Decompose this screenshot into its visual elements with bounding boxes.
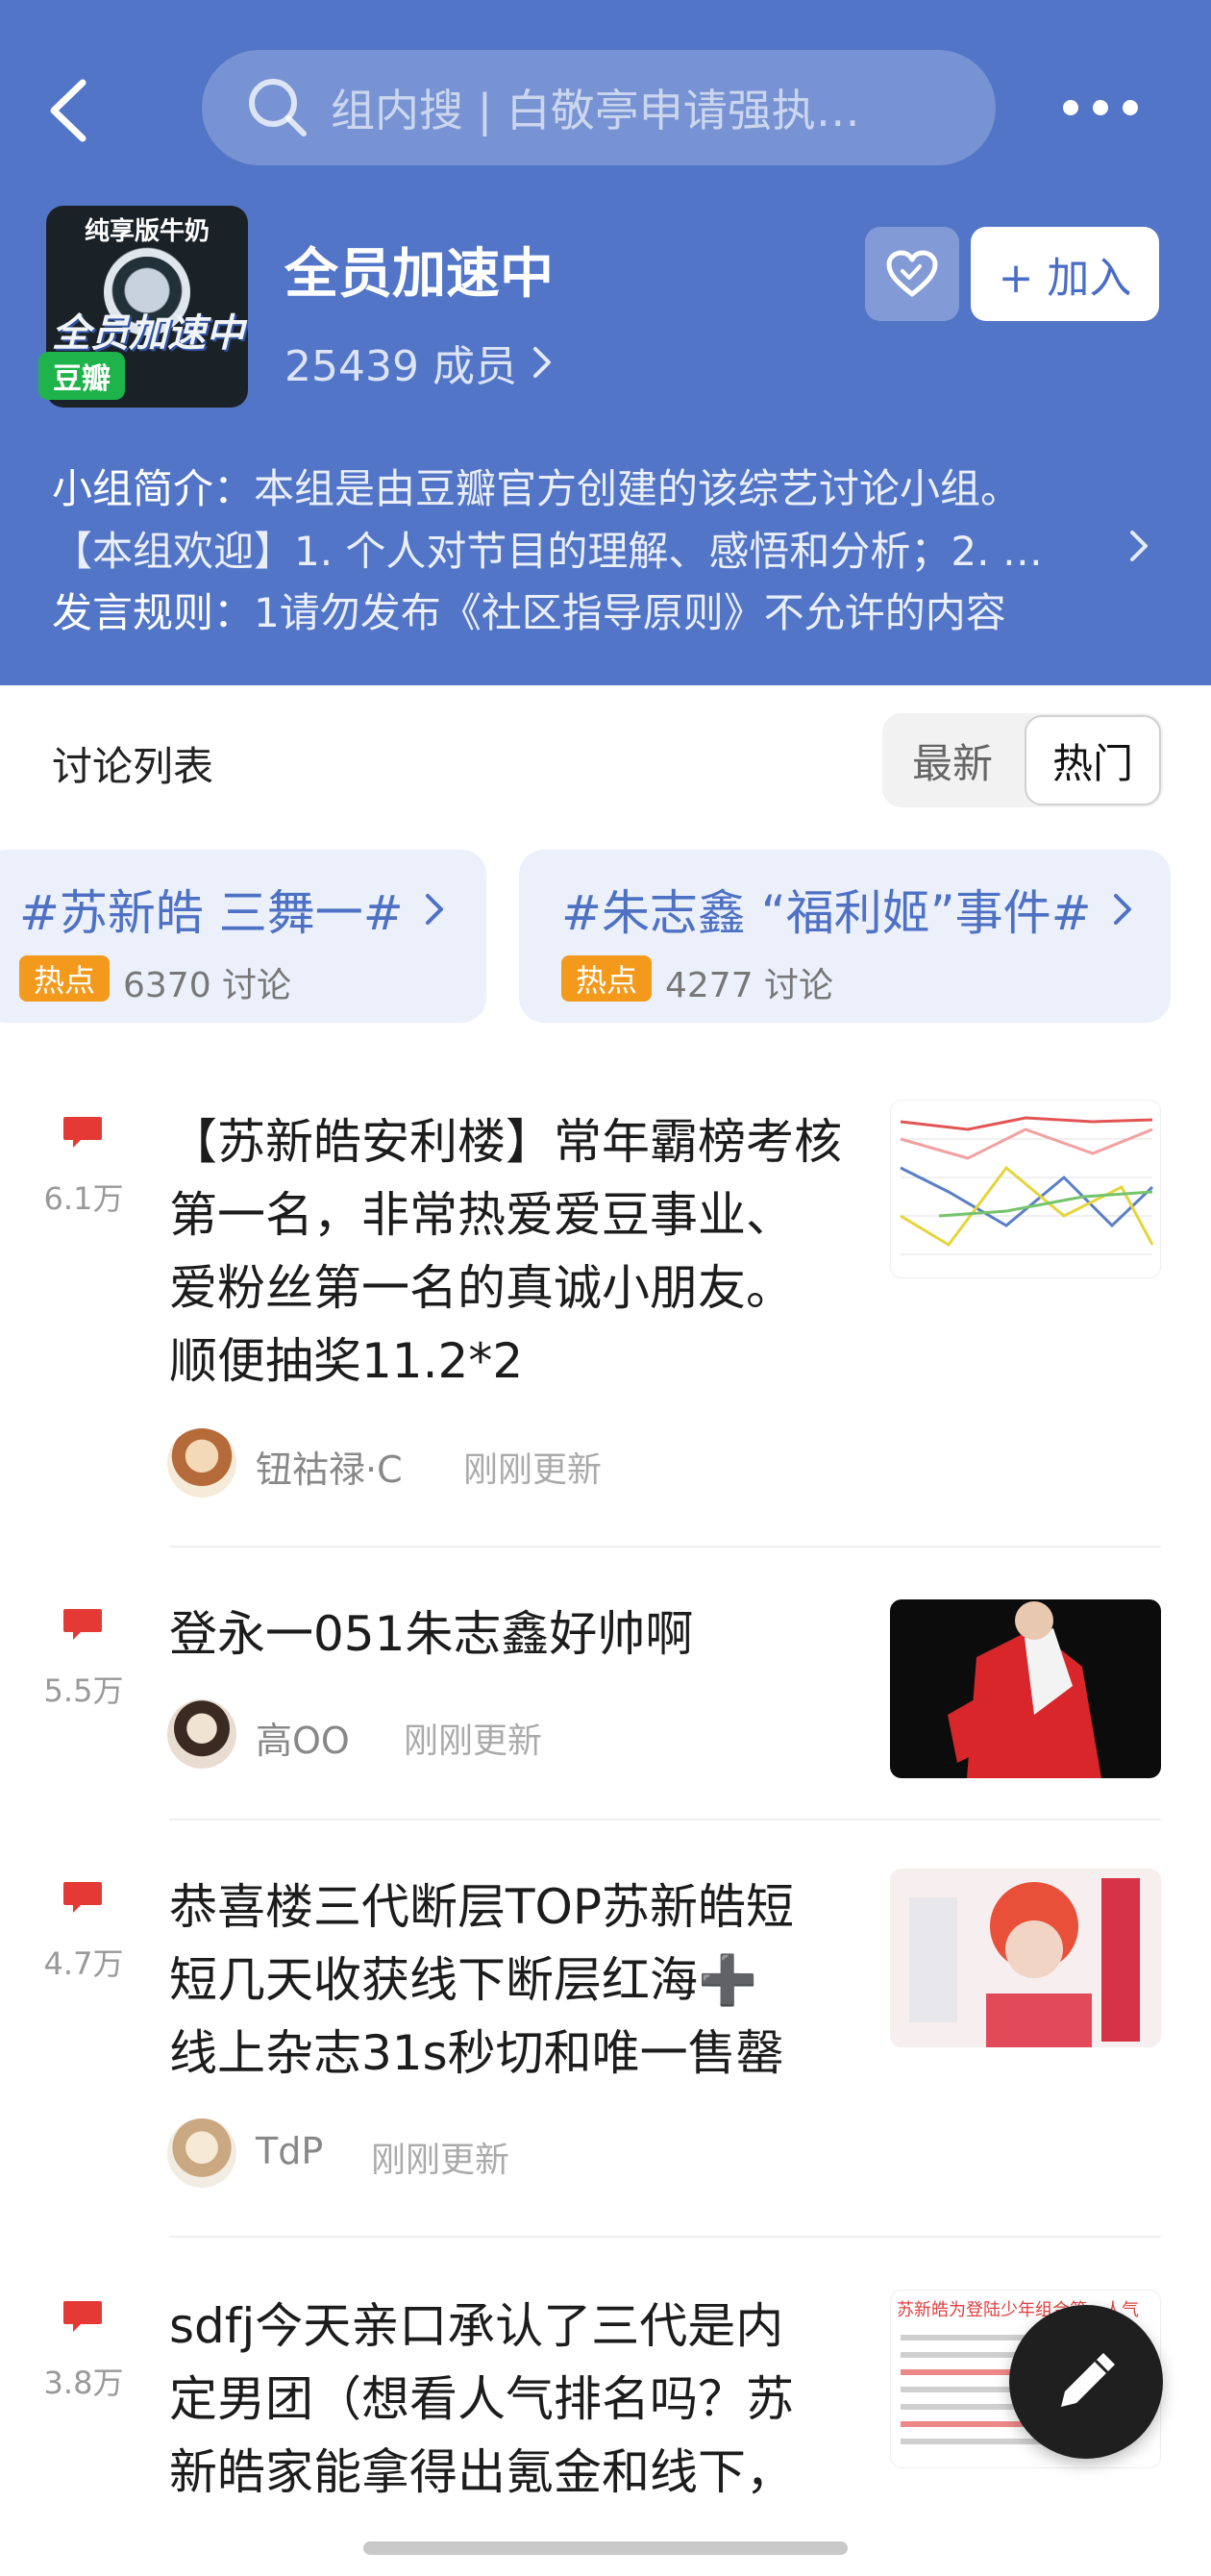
post-item[interactable]: 6.1万 【苏新皓安利楼】常年霸榜考核 第一名，非常热爱爱豆事业、 爱粉丝第一名… bbox=[0, 1100, 1211, 1548]
hot-tag: 热点 bbox=[19, 955, 110, 1002]
divider bbox=[169, 2236, 1161, 2238]
more-dots-icon[interactable] bbox=[1057, 79, 1144, 136]
post-item[interactable]: 5.5万 登永一051朱志鑫好帅啊 高OO 刚刚更新 bbox=[0, 1598, 1211, 1780]
search-placeholder: 组内搜 | 白敬亭申请强执… bbox=[331, 85, 860, 136]
reply-count: 6.1万 bbox=[43, 1180, 124, 1217]
compose-button[interactable] bbox=[1009, 2305, 1163, 2459]
photo-thumbnail bbox=[948, 1601, 1101, 1778]
post-title-line: 短几天收获线下断层红海➕ bbox=[169, 1952, 758, 2008]
post-thumbnail[interactable] bbox=[890, 1869, 1161, 2047]
sort-hot-tab[interactable]: 热门 bbox=[1025, 715, 1161, 805]
post-item[interactable]: 4.7万 恭喜楼三代断层TOP苏新皓短 短几天收获线下断层红海➕ 线上杂志31s… bbox=[0, 1869, 1211, 2236]
rules-text: 1请勿发布《社区指导原则》不允许的内容 bbox=[254, 589, 1006, 636]
post-author[interactable]: 钮祜禄·C bbox=[256, 1440, 403, 1493]
group-avatar-caption: 纯享版牛奶 bbox=[84, 217, 210, 246]
douban-badge: 豆瓣 bbox=[38, 352, 125, 400]
post-title: 恭喜楼三代断层TOP苏新皓短 短几天收获线下断层红海➕ 线上杂志31s秒切和唯一… bbox=[169, 1870, 853, 2090]
post-title: 登永一051朱志鑫好帅啊 bbox=[169, 1598, 853, 1671]
post-time: 刚刚更新 bbox=[404, 1721, 543, 1761]
heart-icon bbox=[886, 250, 938, 297]
comment-bubble-icon bbox=[63, 1609, 102, 1640]
post-title-line: sdfj今天亲口承认了三代是内 bbox=[169, 2298, 784, 2354]
home-indicator[interactable] bbox=[363, 2541, 848, 2555]
divider bbox=[169, 1546, 1161, 1548]
sort-latest-tab[interactable]: 最新 bbox=[882, 713, 1023, 807]
topic-title: #朱志鑫 “福利姬”事件# bbox=[561, 885, 1092, 941]
post-title-line: 登永一051朱志鑫好帅啊 bbox=[169, 1606, 694, 1662]
reply-count: 4.7万 bbox=[43, 1945, 124, 1982]
post-title-line: 新皓家能拿得出氪金和线下， bbox=[169, 2444, 794, 2500]
post-author[interactable]: 高OO bbox=[256, 1711, 350, 1764]
comment-bubble-icon bbox=[63, 1882, 102, 1913]
comment-bubble-icon bbox=[63, 2301, 102, 2332]
chevron-right-icon[interactable] bbox=[1127, 527, 1150, 565]
chevron-right-icon bbox=[532, 347, 551, 378]
post-time: 刚刚更新 bbox=[371, 2141, 510, 2180]
post-title: sdfj今天亲口承认了三代是内 定男团（想看人气排名吗？苏 新皓家能拿得出氪金和… bbox=[169, 2290, 853, 2509]
avatar[interactable] bbox=[167, 1699, 236, 1769]
reply-count: 5.5万 bbox=[43, 1672, 124, 1709]
avatar[interactable] bbox=[167, 1428, 236, 1498]
sort-toggle: 最新 热门 bbox=[882, 713, 1163, 807]
group-intro: 小组简介：本组是由豆瓣官方创建的该综艺讨论小组。 bbox=[52, 457, 1157, 515]
post-title: 【苏新皓安利楼】常年霸榜考核 第一名，非常热爱爱豆事业、 爱粉丝第一名的真诚小朋… bbox=[169, 1105, 853, 1398]
post-thumbnail[interactable] bbox=[890, 1599, 1161, 1778]
post-title-line: 第一名，非常热爱爱豆事业、 bbox=[169, 1187, 794, 1243]
topic-card[interactable]: #朱志鑫 “福利姬”事件# 热点 4277 讨论 bbox=[519, 850, 1171, 1023]
member-count: 25439 成员 bbox=[284, 342, 517, 391]
join-button[interactable]: + 加入 bbox=[971, 227, 1159, 321]
topic-card[interactable]: #苏新皓 三舞一# 热点 6370 讨论 bbox=[0, 850, 486, 1023]
chevron-right-icon bbox=[1113, 894, 1131, 925]
search-icon bbox=[249, 79, 307, 136]
group-header: 组内搜 | 白敬亭申请强执… 纯享版牛奶 全员加速中 豆瓣 全员加速中 2543… bbox=[0, 0, 1211, 685]
chevron-left-icon bbox=[50, 79, 86, 142]
line-chart-thumbnail bbox=[900, 1116, 1154, 1255]
topic-title: #苏新皓 三舞一# bbox=[19, 885, 404, 941]
post-title-line: 爱粉丝第一名的真诚小朋友。 bbox=[169, 1260, 794, 1316]
post-title-line: 【苏新皓安利楼】常年霸榜考核 bbox=[169, 1114, 842, 1170]
hot-tag: 热点 bbox=[561, 955, 652, 1002]
pen-icon bbox=[1061, 2353, 1115, 2407]
avatar[interactable] bbox=[167, 2118, 236, 2188]
post-title-line: 顺便抽奖11.2*2 bbox=[169, 1333, 524, 1389]
post-author[interactable]: TdP bbox=[256, 2130, 323, 2172]
post-time: 刚刚更新 bbox=[463, 1450, 603, 1490]
comment-bubble-icon bbox=[63, 1117, 102, 1148]
post-thumbnail[interactable] bbox=[890, 1100, 1161, 1278]
intro-label: 小组简介： bbox=[52, 465, 255, 512]
discussion-list-title: 讨论列表 bbox=[52, 743, 214, 790]
search-input[interactable]: 组内搜 | 白敬亭申请强执… bbox=[202, 50, 996, 165]
topic-count: 4277 讨论 bbox=[665, 966, 834, 1005]
member-count-link[interactable]: 25439 成员 bbox=[284, 332, 554, 393]
reply-count: 3.8万 bbox=[43, 2365, 124, 2401]
group-avatar-title: 全员加速中 bbox=[52, 311, 244, 356]
group-rules: 发言规则：1请勿发布《社区指导原则》不允许的内容 bbox=[52, 581, 1157, 639]
divider bbox=[169, 1819, 1161, 1821]
post-title-line: 恭喜楼三代断层TOP苏新皓短 bbox=[169, 1879, 795, 1935]
chevron-right-icon bbox=[425, 894, 443, 925]
photo-thumbnail bbox=[890, 1869, 1161, 2047]
post-title-line: 线上杂志31s秒切和唯一售罄 bbox=[169, 2025, 784, 2081]
topic-count: 6370 讨论 bbox=[123, 966, 292, 1005]
post-title-line: 定男团（想看人气排名吗？苏 bbox=[169, 2371, 794, 2427]
intro-text: 本组是由豆瓣官方创建的该综艺讨论小组。 bbox=[254, 465, 1022, 512]
rules-label: 发言规则： bbox=[52, 589, 255, 636]
group-welcome[interactable]: 【本组欢迎】1. 个人对节目的理解、感悟和分析；2. … bbox=[52, 519, 1085, 578]
favorite-button[interactable] bbox=[865, 227, 959, 321]
group-name: 全员加速中 bbox=[284, 243, 554, 306]
back-button[interactable] bbox=[38, 67, 96, 154]
